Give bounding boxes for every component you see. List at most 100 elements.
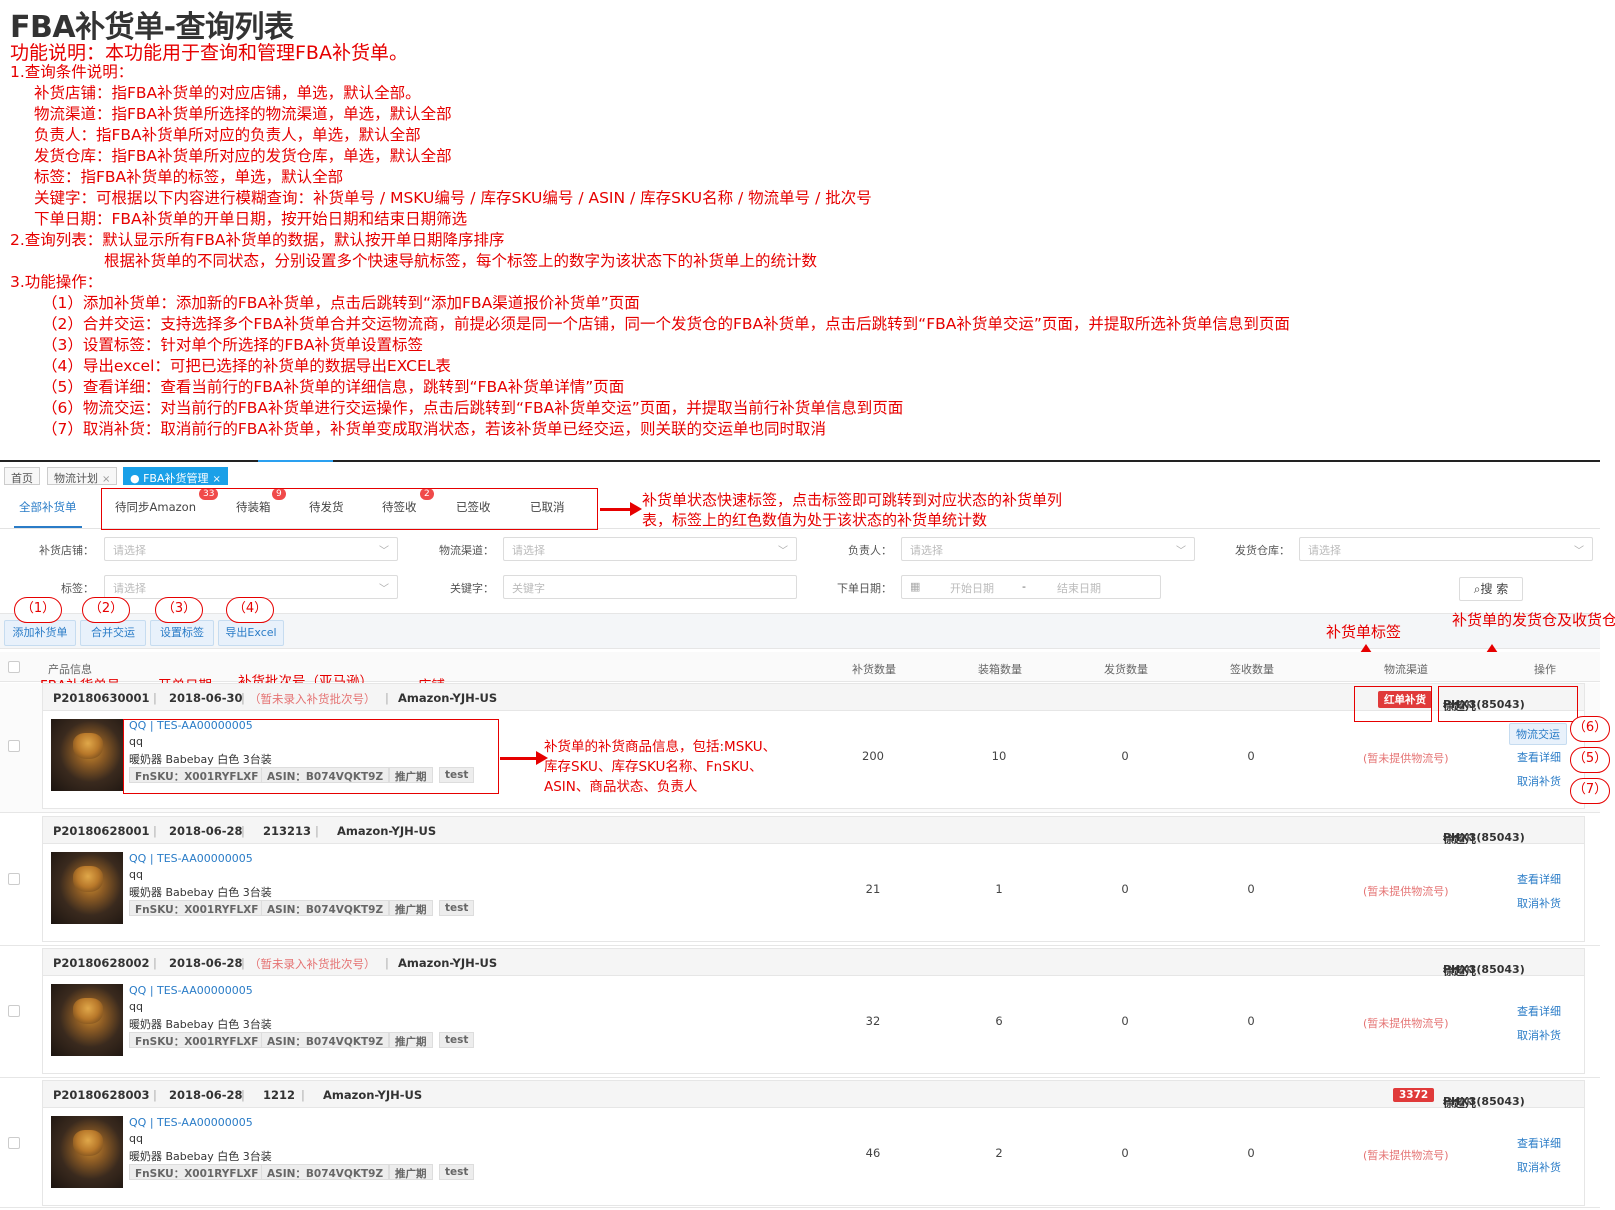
- tag-select[interactable]: 请选择 ﹀: [104, 575, 398, 599]
- search-button[interactable]: ⌕搜 索: [1459, 577, 1523, 601]
- ship-qty: 0: [1121, 1146, 1129, 1160]
- order-date: 2018-06-28: [169, 824, 243, 838]
- col-sign-qty: 签收数量: [1230, 663, 1274, 676]
- tab-home[interactable]: 首页: [4, 467, 40, 485]
- annotation-marker: （6）: [1570, 716, 1610, 742]
- tab-label: ● FBA补货管理: [130, 472, 209, 485]
- doc-subtitle: 功能说明：本功能用于查询和管理FBA补货单。: [10, 42, 408, 64]
- channel-select[interactable]: 请选择 ﹀: [503, 537, 797, 561]
- select-placeholder: 请选择: [512, 544, 545, 557]
- sign-qty: 0: [1247, 1014, 1255, 1028]
- merge-ship-button[interactable]: 合并交运: [80, 620, 146, 646]
- order-number[interactable]: P20180630001: [53, 691, 149, 705]
- product-link[interactable]: QQ | TES-AA00000005: [129, 984, 253, 997]
- doc-line: （3）设置标签：针对单个所选择的FBA补货单设置标签: [42, 336, 424, 354]
- status-tag: 推广期: [389, 900, 433, 916]
- keyword-input[interactable]: 关键字: [503, 575, 797, 599]
- product-image: [51, 719, 123, 791]
- annotation-marker: （4）: [226, 597, 274, 623]
- date-separator: -: [1022, 580, 1026, 593]
- close-icon[interactable]: ×: [102, 474, 110, 485]
- view-detail-link[interactable]: 查看详细: [1517, 1003, 1561, 1019]
- cancel-link[interactable]: 取消补货: [1517, 773, 1561, 789]
- annotation-marker: （2）: [82, 597, 130, 623]
- set-tag-button[interactable]: 设置标签: [150, 620, 214, 646]
- col-product: 产品信息: [48, 663, 92, 676]
- order-number[interactable]: P20180628003: [53, 1088, 149, 1102]
- col-operations: 操作: [1534, 663, 1556, 676]
- filter-label: 关键字：: [450, 582, 494, 595]
- shop-name: Amazon-YJH-US: [323, 1088, 423, 1102]
- doc-line: 2.查询列表：默认显示所有FBA补货单的数据，默认按开单日期降序排序: [10, 231, 505, 249]
- row-checkbox[interactable]: [8, 1005, 20, 1017]
- chevron-down-icon: ﹀: [1176, 546, 1186, 557]
- filter-label: 负责人：: [848, 544, 892, 557]
- view-detail-link[interactable]: 查看详细: [1517, 871, 1561, 887]
- logistics-number: (暂未提供物流号): [1363, 1017, 1449, 1030]
- select-all-checkbox[interactable]: [8, 661, 20, 673]
- shop-name: Amazon-YJH-US: [398, 956, 498, 970]
- order-row: P20180628003 | 2018-06-28 | 1212 | Amazo…: [0, 1080, 1600, 1208]
- row-checkbox[interactable]: [8, 873, 20, 885]
- replenish-qty: 21: [865, 882, 881, 896]
- page-divider: [0, 460, 1600, 462]
- product-link[interactable]: QQ | TES-AA00000005: [129, 852, 253, 865]
- tab-label: 首页: [11, 472, 33, 485]
- select-placeholder: 请选择: [910, 544, 943, 557]
- doc-line: 关键字：可根据以下内容进行模糊查询：补货单号 / MSKU编号 / 库存SKU编…: [34, 189, 872, 207]
- replenish-qty: 32: [865, 1014, 881, 1028]
- ship-qty: 0: [1121, 749, 1129, 763]
- annotation-warehouse: 补货单的发货仓及收货仓: [1452, 611, 1615, 629]
- view-detail-link[interactable]: 查看详细: [1517, 1135, 1561, 1151]
- logistics-number: (暂未提供物流号): [1363, 752, 1449, 765]
- annotation-product: 补货单的补货商品信息，包括:MSKU、库存SKU、库存SKU名称、FnSKU、A…: [544, 739, 777, 795]
- ship-qty: 0: [1121, 882, 1129, 896]
- order-number[interactable]: P20180628001: [53, 824, 149, 838]
- input-placeholder: 关键字: [512, 582, 545, 595]
- tab-fba-management[interactable]: ● FBA补货管理 ×: [123, 467, 228, 485]
- row-checkbox[interactable]: [8, 740, 20, 752]
- close-icon[interactable]: ×: [213, 474, 221, 485]
- annotation-marker: （3）: [155, 597, 203, 623]
- date-end[interactable]: 结束日期: [1057, 580, 1101, 596]
- date-start[interactable]: 开始日期: [950, 580, 994, 596]
- product-link[interactable]: QQ | TES-AA00000005: [129, 1116, 253, 1129]
- batch-number: （暂未录入补货批次号）: [249, 957, 376, 971]
- col-ship-qty: 发货数量: [1104, 663, 1148, 676]
- ship-button[interactable]: 物流交运: [1509, 723, 1567, 745]
- status-tab-all[interactable]: 全部补货单: [19, 499, 77, 515]
- doc-line: 发货仓库：指FBA补货单所对应的发货仓库，单选，默认全部: [34, 147, 452, 165]
- add-order-button[interactable]: 添加补货单: [4, 620, 76, 646]
- owner-select[interactable]: 请选择 ﹀: [901, 537, 1195, 561]
- order-header: P20180628003 | 2018-06-28 | 1212 | Amazo…: [42, 1080, 1585, 1110]
- warehouse-select[interactable]: 请选择 ﹀: [1299, 537, 1593, 561]
- shop-select[interactable]: 请选择 ﹀: [104, 537, 398, 561]
- order-date: 2018-06-28: [169, 956, 243, 970]
- order-tag[interactable]: 3372: [1393, 1088, 1435, 1102]
- date-range-picker[interactable]: ▦ 开始日期 - 结束日期: [901, 575, 1161, 599]
- cancel-link[interactable]: 取消补货: [1517, 1027, 1561, 1043]
- annotation-box: [123, 719, 499, 794]
- tab-logistics-plan[interactable]: 物流计划 ×: [47, 467, 118, 485]
- chevron-down-icon: ﹀: [379, 584, 389, 595]
- order-row: P20180628001 | 2018-06-28 | 213213 | Ama…: [0, 816, 1600, 946]
- order-body: QQ | TES-AA00000005 qq 暖奶器 Babebay 白色 3台…: [42, 844, 1585, 942]
- cancel-link[interactable]: 取消补货: [1517, 1159, 1561, 1175]
- sign-qty: 0: [1247, 882, 1255, 896]
- ship-qty: 0: [1121, 1014, 1129, 1028]
- filter-label: 物流渠道：: [439, 544, 494, 557]
- filter-label: 补货店铺：: [39, 544, 94, 557]
- row-checkbox[interactable]: [8, 1137, 20, 1149]
- person-tag: test: [439, 900, 475, 916]
- export-excel-button[interactable]: 导出Excel: [218, 620, 284, 646]
- replenish-qty: 46: [865, 1146, 881, 1160]
- view-detail-link[interactable]: 查看详细: [1517, 749, 1561, 765]
- asin-tag: ASIN：B074VQKT9Z: [261, 1164, 390, 1180]
- annotation-marker: （1）: [14, 597, 62, 623]
- order-number[interactable]: P20180628002: [53, 956, 149, 970]
- cancel-link[interactable]: 取消补货: [1517, 895, 1561, 911]
- doc-line: 3.功能操作：: [10, 273, 103, 291]
- box-qty: 1: [995, 882, 1003, 896]
- doc-line: （1）添加补货单：添加新的FBA补货单，点击后跳转到“添加FBA渠道报价补货单”…: [42, 294, 640, 312]
- doc-line: 1.查询条件说明：: [10, 63, 134, 81]
